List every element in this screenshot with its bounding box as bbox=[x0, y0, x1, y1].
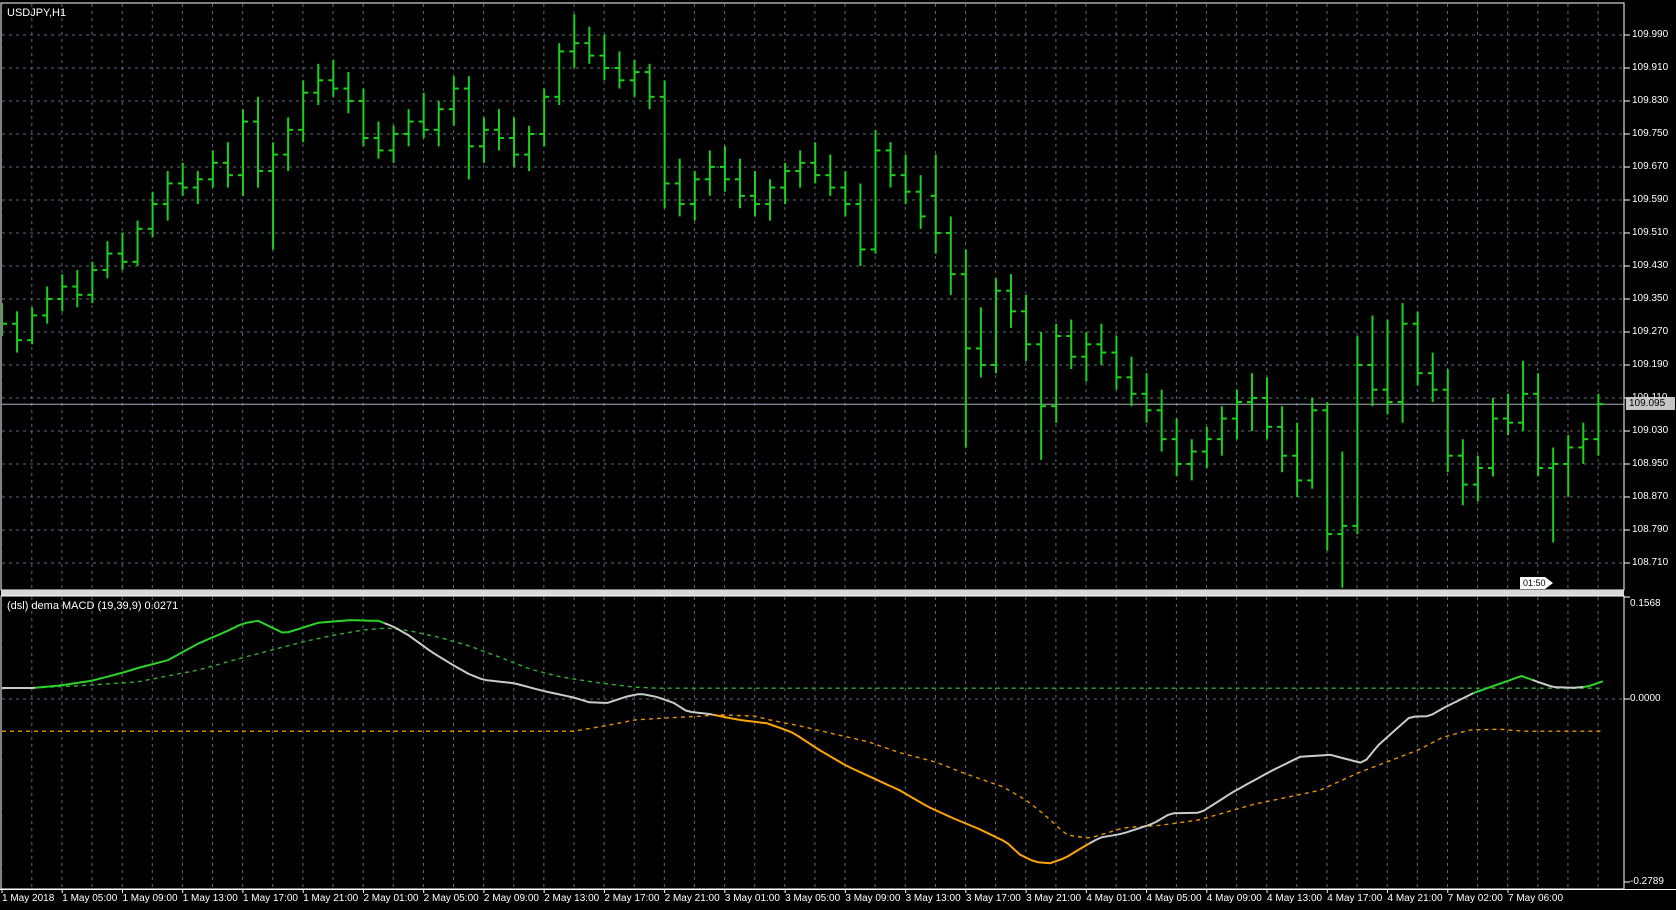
time-axis-label: 3 May 01:00 bbox=[724, 893, 780, 904]
price-axis-label: 109.190 bbox=[1632, 359, 1669, 370]
time-axis-label: 4 May 05:00 bbox=[1146, 893, 1202, 904]
price-axis-label: 108.870 bbox=[1632, 491, 1669, 502]
price-axis-label: 108.950 bbox=[1632, 458, 1669, 469]
price-axis-label: 109.030 bbox=[1632, 425, 1669, 436]
time-axis-label: 4 May 13:00 bbox=[1267, 893, 1323, 904]
price-axis-label: 109.910 bbox=[1632, 62, 1669, 73]
time-axis-label: 2 May 01:00 bbox=[363, 893, 419, 904]
time-axis-label: 3 May 13:00 bbox=[905, 893, 961, 904]
time-axis-label: 2 May 05:00 bbox=[423, 893, 479, 904]
time-axis-label: 3 May 17:00 bbox=[965, 893, 1021, 904]
price-axis-label: 108.710 bbox=[1632, 557, 1669, 568]
indicator-axis-label: -0.2789 bbox=[1630, 876, 1664, 887]
time-axis-label: 3 May 21:00 bbox=[1026, 893, 1082, 904]
time-axis-label: 4 May 21:00 bbox=[1387, 893, 1443, 904]
time-axis-label: 2 May 21:00 bbox=[664, 893, 720, 904]
time-axis-label: 1 May 17:00 bbox=[242, 893, 298, 904]
time-axis-label: 2 May 13:00 bbox=[544, 893, 600, 904]
price-axis-label: 108.790 bbox=[1632, 524, 1669, 535]
price-axis-label: 109.270 bbox=[1632, 326, 1669, 337]
time-axis-label: 4 May 17:00 bbox=[1327, 893, 1383, 904]
time-axis-label: 1 May 2018 bbox=[2, 893, 55, 904]
price-axis-label: 109.430 bbox=[1632, 260, 1669, 271]
price-axis-label: 109.830 bbox=[1632, 95, 1669, 106]
price-axis-label: 109.510 bbox=[1632, 227, 1669, 238]
price-axis-label: 109.990 bbox=[1632, 29, 1669, 40]
indicator-axis-label: 0.0000 bbox=[1630, 693, 1661, 704]
time-axis-label: 7 May 02:00 bbox=[1447, 893, 1503, 904]
time-axis-label: 1 May 21:00 bbox=[303, 893, 359, 904]
symbol-period-label: USDJPY,H1 bbox=[7, 7, 67, 19]
indicator-axis-label: 0.1568 bbox=[1630, 598, 1661, 609]
time-axis-label: 7 May 06:00 bbox=[1508, 893, 1564, 904]
time-axis-label: 1 May 09:00 bbox=[122, 893, 178, 904]
indicator-panel[interactable] bbox=[1, 596, 1624, 889]
price-axis-label: 109.750 bbox=[1632, 128, 1669, 139]
price-axis-label: 109.670 bbox=[1632, 161, 1669, 172]
time-axis-label: 1 May 05:00 bbox=[62, 893, 118, 904]
indicator-label: (dsl) dema MACD (19,39,9) 0.0271 bbox=[7, 600, 179, 612]
time-axis-label: 4 May 09:00 bbox=[1206, 893, 1262, 904]
time-axis-label: 4 May 01:00 bbox=[1086, 893, 1142, 904]
time-axis-label: 2 May 17:00 bbox=[604, 893, 660, 904]
time-axis-label: 3 May 05:00 bbox=[785, 893, 841, 904]
price-axis-label: 109.590 bbox=[1632, 194, 1669, 205]
main-chart-panel[interactable] bbox=[1, 3, 1624, 590]
time-axis-label: 3 May 09:00 bbox=[845, 893, 901, 904]
time-axis-label: 1 May 13:00 bbox=[182, 893, 238, 904]
time-axis-label: 2 May 09:00 bbox=[483, 893, 539, 904]
price-axis-label: 109.350 bbox=[1632, 293, 1669, 304]
current-price-badge: 109.095 bbox=[1626, 397, 1675, 410]
